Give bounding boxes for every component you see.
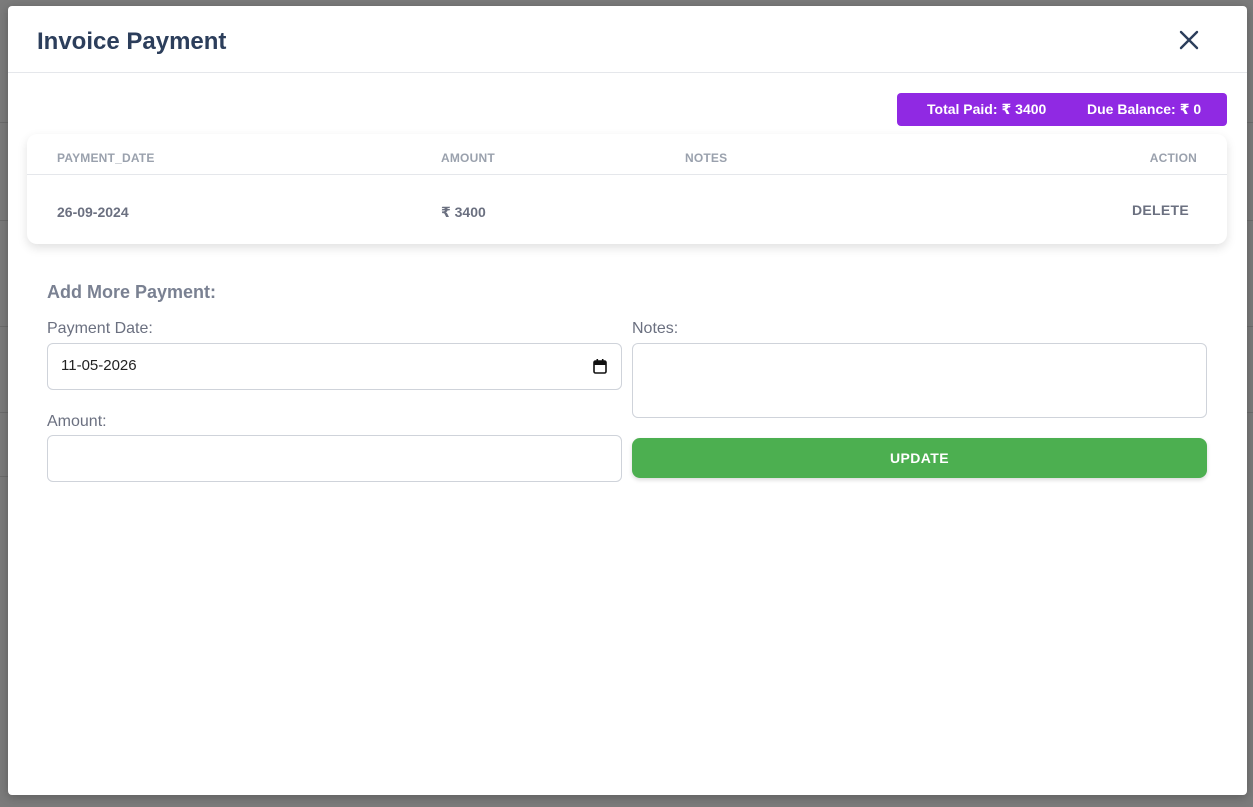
due-balance: Due Balance: ₹ 0 [1087, 101, 1201, 118]
calendar-icon[interactable] [593, 359, 607, 374]
backdrop-divider [0, 326, 8, 327]
close-icon [1179, 30, 1199, 50]
column-header-payment-date: PAYMENT_DATE [57, 151, 155, 165]
amount-field[interactable] [47, 435, 622, 482]
close-button[interactable] [1177, 28, 1201, 52]
add-payment-title: Add More Payment: [47, 282, 217, 302]
payment-date-label: Payment Date: [47, 320, 153, 337]
payment-date-value: 11-05-2026 [61, 357, 137, 374]
amount-label: Amount: [47, 413, 107, 430]
invoice-payment-modal: Invoice Payment Total Paid: ₹ 3400 Due Ba… [8, 6, 1247, 795]
backdrop-divider [0, 412, 8, 413]
notes-field[interactable] [632, 343, 1207, 418]
backdrop-divider [0, 476, 8, 477]
backdrop-divider [1247, 412, 1253, 413]
backdrop-divider [1247, 220, 1253, 221]
backdrop-divider [0, 220, 8, 221]
table-header-divider [27, 174, 1227, 175]
notes-label: Notes: [632, 320, 679, 337]
cell-payment-date: 26-09-2024 [57, 204, 129, 220]
total-paid-label: Total Paid: [927, 101, 998, 117]
payments-table: PAYMENT_DATE AMOUNT NOTES ACTION 26-09-2… [27, 134, 1227, 244]
modal-header: Invoice Payment [8, 6, 1247, 73]
column-header-action: ACTION [1149, 151, 1197, 165]
column-header-notes: NOTES [685, 151, 728, 165]
total-paid: Total Paid: ₹ 3400 [927, 101, 1046, 118]
update-button[interactable]: UPDATE [632, 438, 1207, 478]
payment-date-field[interactable]: 11-05-2026 [47, 343, 622, 390]
backdrop-divider [0, 122, 8, 123]
backdrop-divider [1247, 122, 1253, 123]
total-paid-value: ₹ 3400 [1001, 101, 1047, 117]
delete-payment-button[interactable]: DELETE [1132, 202, 1189, 218]
backdrop-divider [1247, 326, 1253, 327]
due-balance-label: Due Balance: [1087, 101, 1176, 117]
column-header-amount: AMOUNT [441, 151, 495, 165]
modal-title: Invoice Payment [37, 28, 227, 55]
due-balance-value: ₹ 0 [1179, 101, 1202, 117]
cell-amount: ₹ 3400 [441, 204, 486, 220]
payment-summary-badge: Total Paid: ₹ 3400 Due Balance: ₹ 0 [897, 93, 1227, 126]
